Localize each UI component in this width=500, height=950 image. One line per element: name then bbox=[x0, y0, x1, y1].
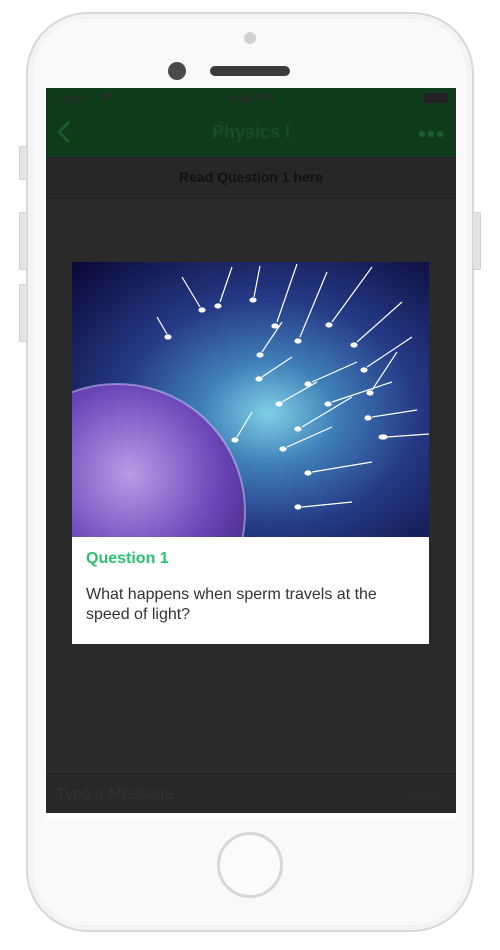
question-header-label: Read Question 1 here bbox=[179, 169, 323, 185]
mute-switch bbox=[19, 146, 28, 180]
question-card[interactable]: Question 1 What happens when sperm trave… bbox=[72, 262, 429, 644]
app-screen: Carrier 4:48 PM Physics I Read Question … bbox=[46, 88, 456, 820]
power-button bbox=[472, 212, 481, 270]
battery-icon bbox=[424, 93, 448, 103]
status-bar: Carrier 4:48 PM bbox=[46, 88, 456, 108]
home-button[interactable] bbox=[217, 832, 283, 898]
ellipsis-icon[interactable] bbox=[418, 130, 444, 138]
question-image bbox=[72, 262, 429, 537]
status-time: 4:48 PM bbox=[228, 91, 274, 105]
question-text: What happens when sperm travels at the s… bbox=[86, 586, 377, 623]
keyboard-edge bbox=[46, 813, 456, 820]
volume-up-button bbox=[19, 212, 28, 270]
front-camera bbox=[168, 62, 186, 80]
volume-down-button bbox=[19, 284, 28, 342]
question-number-label: Question 1 bbox=[86, 550, 169, 567]
message-input[interactable]: Type a Message bbox=[56, 786, 173, 804]
send-button[interactable]: Send bbox=[410, 788, 440, 803]
earpiece-speaker bbox=[210, 66, 290, 76]
question-header: Read Question 1 here bbox=[46, 157, 456, 199]
navigation-bar: Physics I bbox=[46, 108, 456, 157]
page-title: Physics I bbox=[211, 122, 291, 142]
proximity-sensor bbox=[244, 32, 256, 44]
